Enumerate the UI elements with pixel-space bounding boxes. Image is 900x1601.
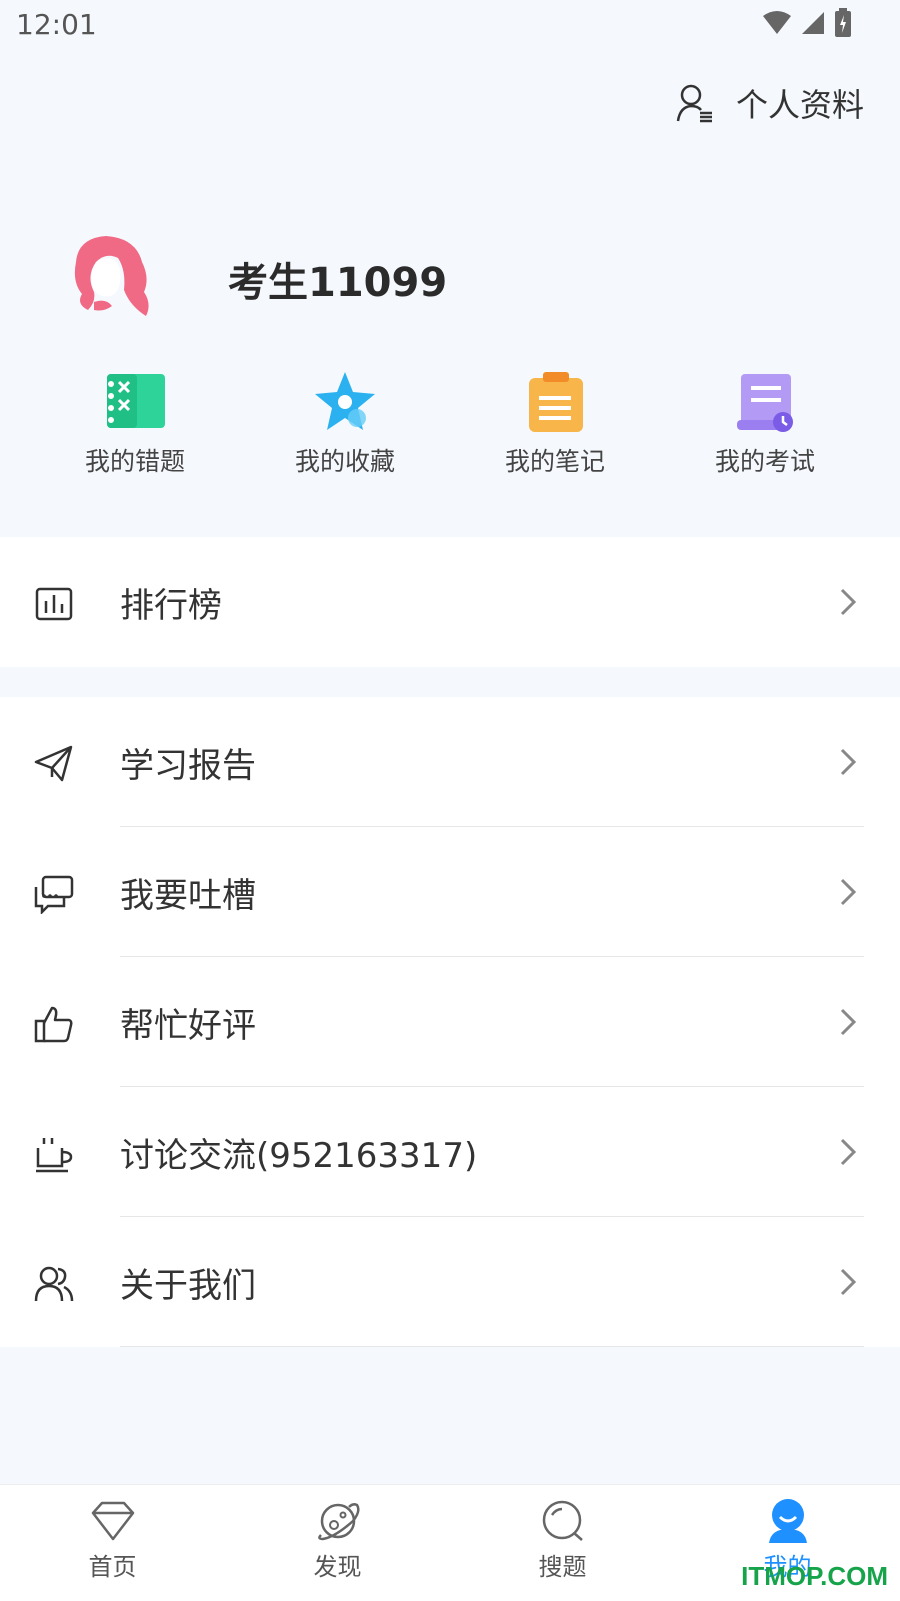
username: 考生11099 — [228, 260, 448, 306]
menu-label-discussion: 讨论交流(952163317) — [120, 1135, 478, 1176]
wrong-questions-icon — [107, 374, 165, 428]
quick-label-favorites: 我的收藏 — [294, 447, 395, 476]
watermark: ITMOP.COM — [741, 1561, 888, 1591]
bar-chart-icon — [35, 587, 73, 621]
profile-settings-link[interactable]: 个人资料 — [676, 80, 864, 126]
chevron-right-icon — [840, 1138, 857, 1166]
quick-label-exams: 我的考试 — [714, 447, 815, 476]
profile-settings-label: 个人资料 — [735, 86, 864, 124]
menu-item-discussion[interactable]: 讨论交流(952163317) — [0, 1087, 900, 1217]
profile-icon — [768, 1499, 807, 1543]
battery-icon — [835, 8, 851, 37]
signal-icon — [802, 12, 824, 34]
search-icon — [542, 1500, 583, 1541]
thumbs-up-icon — [34, 1006, 73, 1043]
menu-section: 学习报告 我要吐槽 帮忙好评 讨论交流(952163317) 关于我们 — [0, 697, 900, 1347]
chevron-right-icon — [840, 748, 857, 776]
tab-label-discover: 发现 — [313, 1553, 362, 1581]
quick-item-wrong-questions[interactable]: 我的错题 — [40, 370, 230, 478]
menu-label-about-us: 关于我们 — [120, 1265, 256, 1306]
diamond-icon — [91, 1501, 134, 1541]
menu-label-rate-app: 帮忙好评 — [120, 1005, 256, 1046]
avatar[interactable] — [66, 232, 152, 322]
coffee-cup-icon — [36, 1138, 73, 1173]
status-time: 12:01 — [16, 8, 97, 41]
wifi-icon — [763, 11, 791, 34]
tab-home[interactable]: 首页 — [0, 1485, 225, 1601]
menu-label-ranking: 排行榜 — [120, 585, 222, 626]
menu-item-about-us[interactable]: 关于我们 — [0, 1217, 900, 1347]
status-bar: 12:01 — [0, 0, 900, 50]
menu-label-feedback: 我要吐槽 — [120, 875, 256, 916]
tab-search-questions[interactable]: 搜题 — [450, 1485, 675, 1601]
menu-item-rate-app[interactable]: 帮忙好评 — [0, 957, 900, 1087]
user-list-icon — [676, 84, 712, 123]
quick-actions: 我的错题 我的收藏 我的笔记 我的考试 — [40, 370, 860, 478]
quick-item-exams[interactable]: 我的考试 — [670, 370, 860, 478]
paper-plane-icon — [34, 745, 73, 782]
quick-item-favorites[interactable]: 我的收藏 — [250, 370, 440, 478]
quick-label-notes: 我的笔记 — [504, 447, 605, 476]
chevron-right-icon — [840, 1268, 857, 1296]
tab-label-home: 首页 — [88, 1553, 137, 1581]
quick-label-wrong-questions: 我的错题 — [84, 447, 185, 476]
chevron-right-icon — [840, 588, 857, 616]
menu-item-study-report[interactable]: 学习报告 — [0, 697, 900, 827]
ranking-section: 排行榜 — [0, 537, 900, 667]
chevron-right-icon — [840, 878, 857, 906]
planet-icon — [317, 1503, 360, 1541]
tab-label-search-questions: 搜题 — [538, 1553, 587, 1581]
clipboard-icon — [529, 372, 583, 432]
divider — [120, 1346, 864, 1347]
menu-item-feedback[interactable]: 我要吐槽 — [0, 827, 900, 957]
quick-item-notes[interactable]: 我的笔记 — [460, 370, 650, 478]
menu-label-study-report: 学习报告 — [120, 745, 256, 786]
menu-item-ranking[interactable]: 排行榜 — [0, 537, 900, 667]
tab-discover[interactable]: 发现 — [225, 1485, 450, 1601]
exam-scroll-icon — [737, 374, 793, 432]
star-icon — [315, 372, 375, 430]
chevron-right-icon — [840, 1008, 857, 1036]
chat-bubbles-icon — [34, 875, 74, 914]
users-icon — [34, 1266, 74, 1302]
status-icons — [762, 8, 852, 38]
